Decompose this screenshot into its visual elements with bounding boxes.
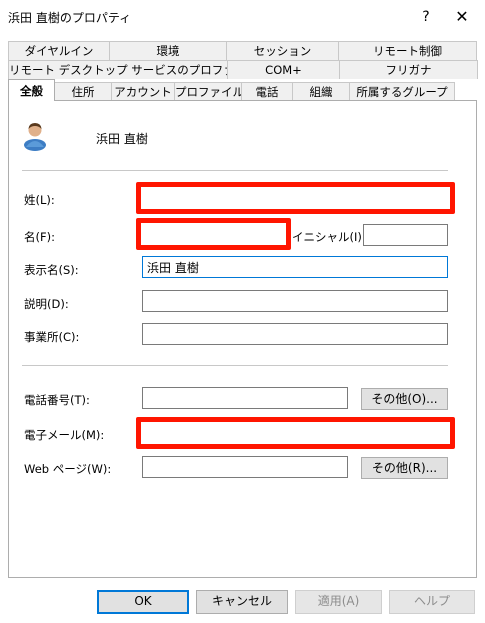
first-name-field[interactable]: [142, 223, 284, 245]
webpage-label: Web ページ(W):: [24, 462, 112, 476]
tab-general[interactable]: 全般: [8, 79, 55, 101]
webpage-other-button[interactable]: その他(R)...: [361, 457, 448, 479]
tab-address[interactable]: 住所: [54, 82, 112, 101]
tab-member-of[interactable]: 所属するグループ: [349, 82, 455, 101]
help-title-button[interactable]: ?: [412, 5, 440, 29]
initials-field[interactable]: [363, 224, 448, 246]
initials-label: イニシャル(I):: [292, 230, 366, 244]
close-button[interactable]: ✕: [448, 5, 476, 29]
cancel-button[interactable]: キャンセル: [196, 590, 288, 614]
tab-rds-profile[interactable]: リモート デスクトップ サービスのプロファイル: [8, 60, 228, 79]
separator-top: [22, 170, 448, 171]
office-label: 事業所(C):: [24, 330, 80, 344]
tab-remote-control[interactable]: リモート制御: [338, 41, 477, 60]
display-name-field[interactable]: 浜田 直樹: [142, 256, 448, 278]
apply-button[interactable]: 適用(A): [295, 590, 382, 614]
display-name-label: 表示名(S):: [24, 263, 79, 277]
tab-environment[interactable]: 環境: [109, 41, 227, 60]
separator-middle: [22, 365, 448, 366]
email-field[interactable]: [142, 422, 448, 444]
tab-telephones[interactable]: 電話: [241, 82, 293, 101]
user-display-name: 浜田 直樹: [96, 132, 148, 146]
ok-button[interactable]: OK: [97, 590, 189, 614]
phone-label: 電話番号(T):: [24, 393, 90, 407]
last-name-field[interactable]: [142, 187, 448, 209]
tab-organization[interactable]: 組織: [292, 82, 350, 101]
phone-field[interactable]: [142, 387, 348, 409]
email-label: 電子メール(M):: [24, 428, 105, 442]
user-icon: [22, 121, 48, 151]
window-title: 浜田 直樹のプロパティ: [8, 11, 132, 25]
tab-session[interactable]: セッション: [226, 41, 339, 60]
phone-other-button[interactable]: その他(O)...: [361, 388, 448, 410]
tab-account[interactable]: アカウント: [111, 82, 175, 101]
tab-profile[interactable]: プロファイル: [174, 82, 242, 101]
tab-com-plus[interactable]: COM+: [227, 60, 340, 79]
tab-dial-in[interactable]: ダイヤルイン: [8, 41, 110, 60]
first-name-label: 名(F):: [24, 230, 55, 244]
description-field[interactable]: [142, 290, 448, 312]
tab-furigana[interactable]: フリガナ: [339, 60, 478, 79]
description-label: 説明(D):: [24, 297, 69, 311]
office-field[interactable]: [142, 323, 448, 345]
webpage-field[interactable]: [142, 456, 348, 478]
help-button[interactable]: ヘルプ: [389, 590, 475, 614]
last-name-label: 姓(L):: [24, 193, 55, 207]
